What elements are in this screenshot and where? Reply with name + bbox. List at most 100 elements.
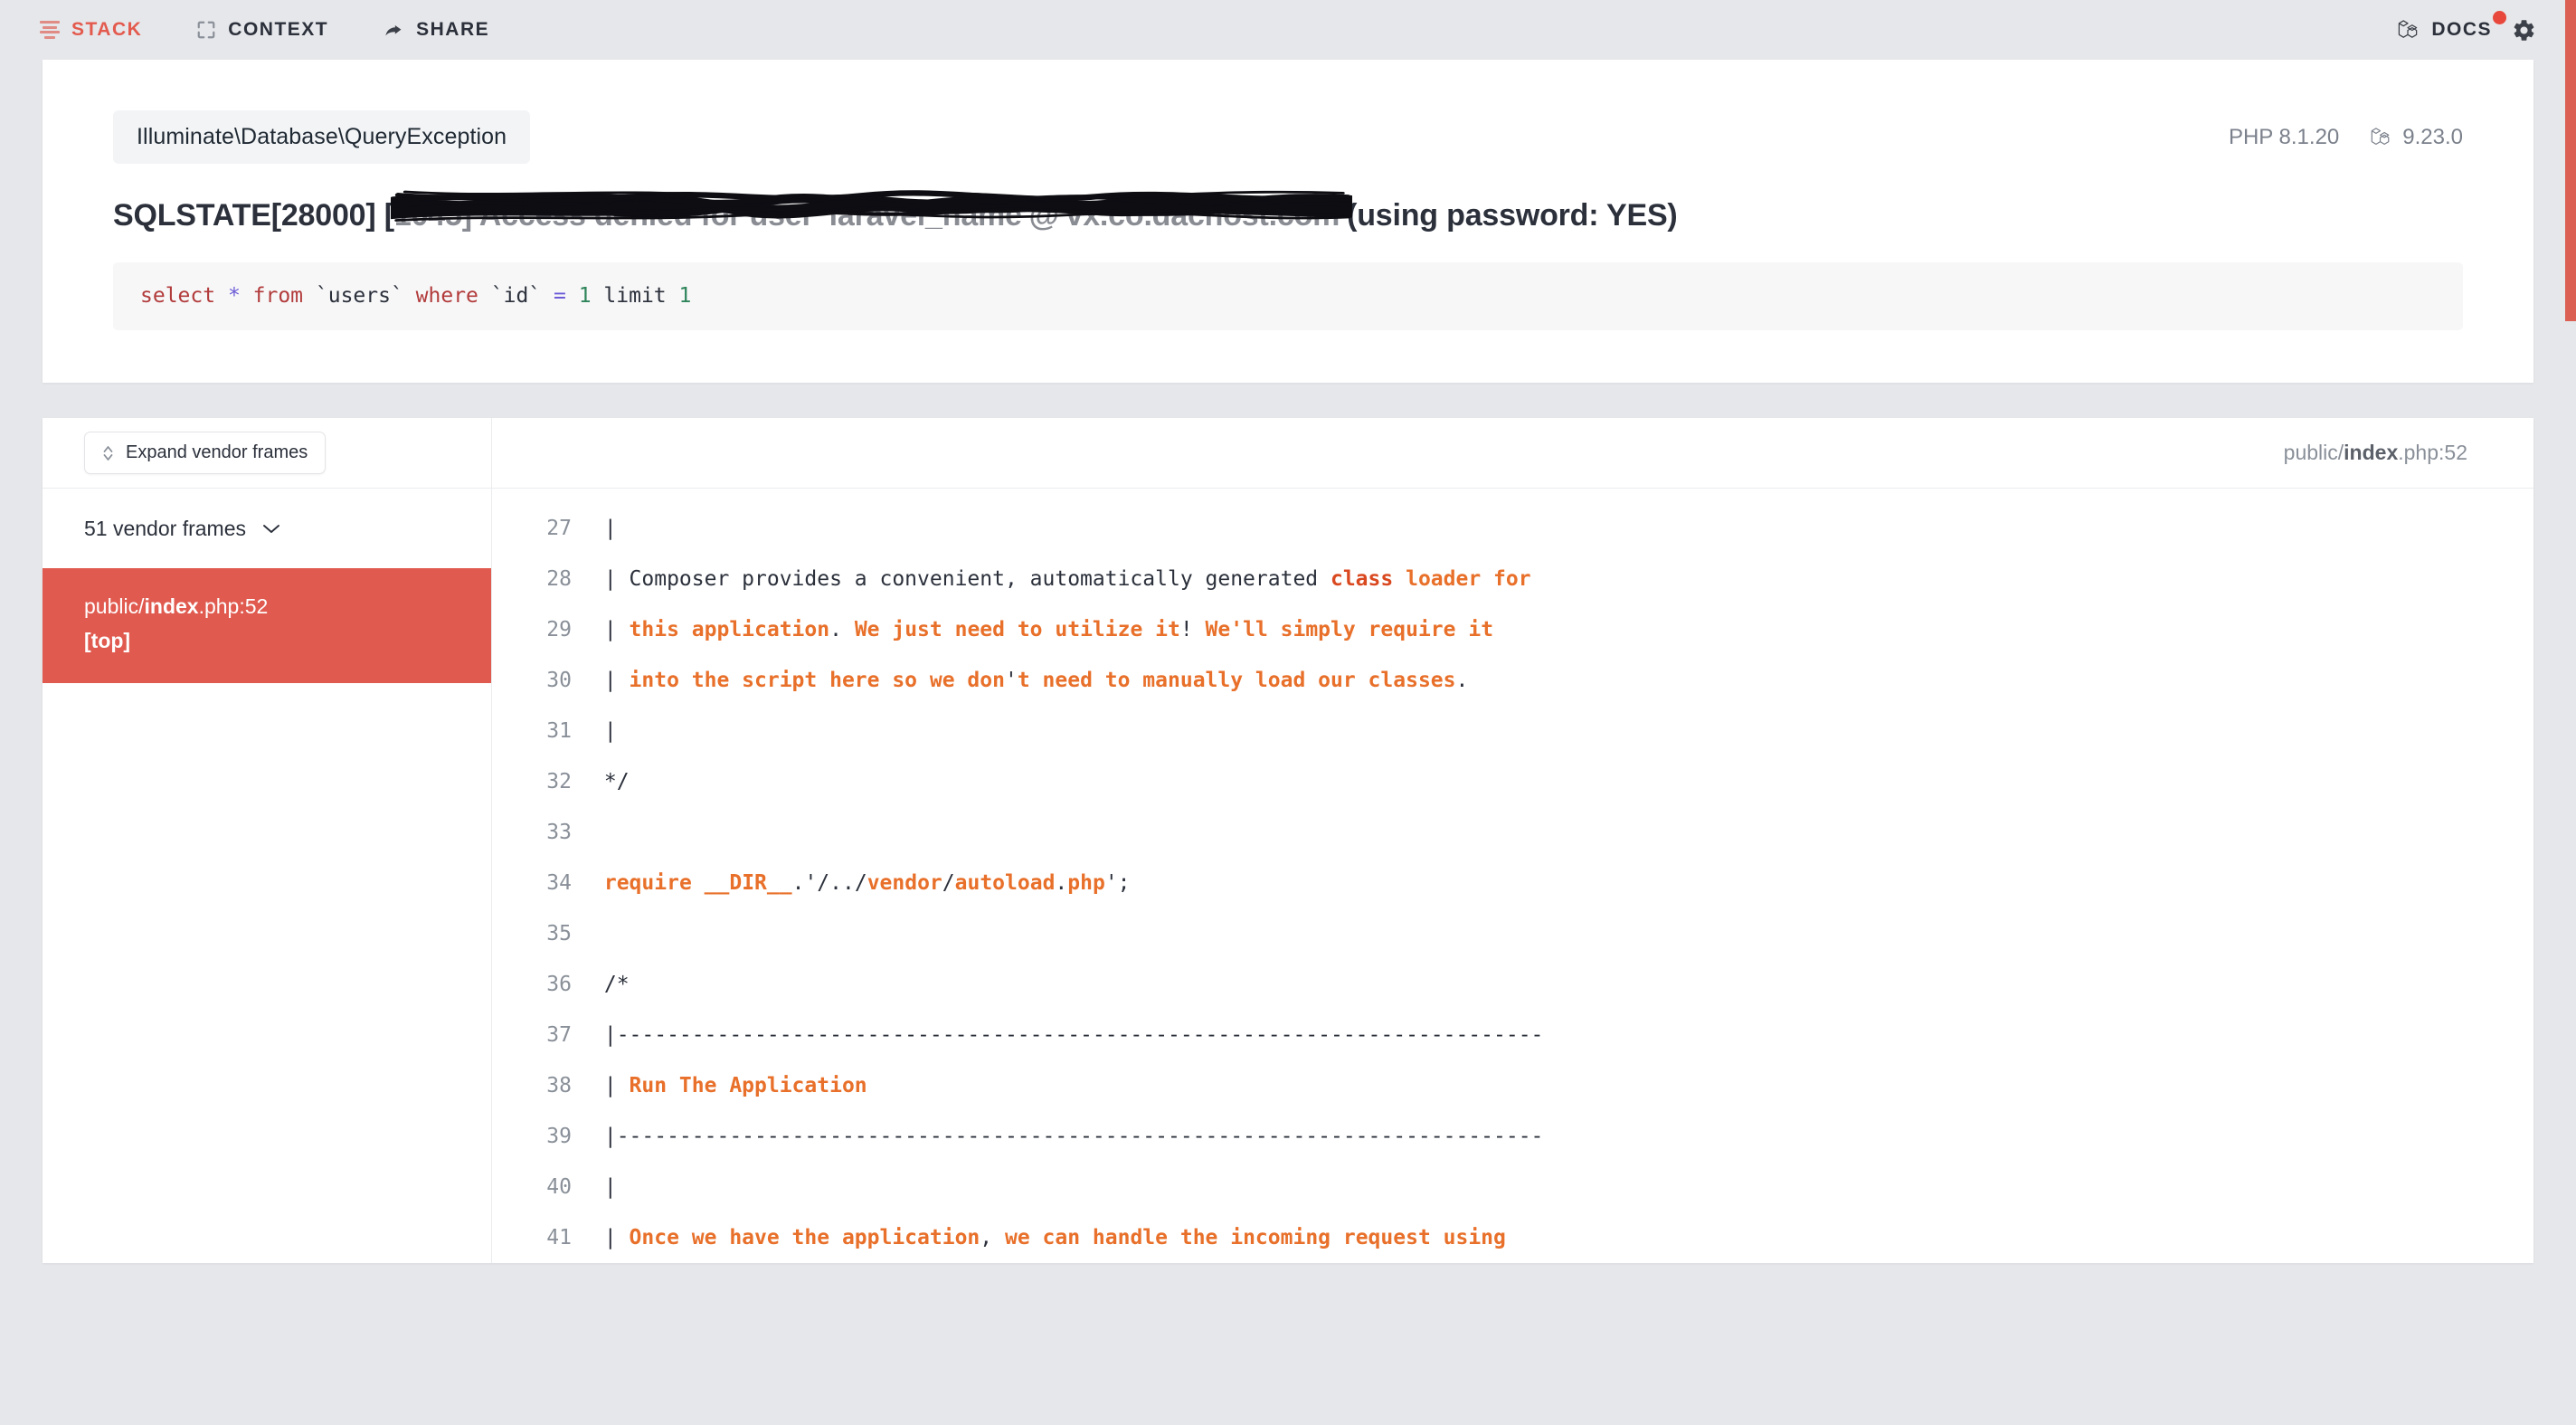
- expand-vendor-frames-label: Expand vendor frames: [126, 442, 308, 463]
- nav-left-group: STACK CONTEXT SHARE: [40, 19, 489, 41]
- code-line-content: |: [592, 706, 617, 756]
- sql-token-star: *: [227, 283, 253, 308]
- code-line: 27 |: [492, 503, 2533, 554]
- code-token: |: [592, 1226, 630, 1250]
- stack-frame-item[interactable]: public/index.php:52 [top]: [43, 568, 491, 684]
- chevron-updown-icon: [102, 444, 114, 462]
- exception-message: SQLSTATE[28000] [ 1045] Access denied fo…: [113, 190, 2463, 235]
- code-token: autoload: [954, 871, 1056, 896]
- code-token: .: [1455, 669, 1469, 693]
- code-line-content: |: [592, 503, 617, 554]
- exception-class-badge: Illuminate\Database\QueryException: [113, 110, 531, 164]
- code-token: vendor: [867, 871, 942, 896]
- exception-card: Illuminate\Database\QueryException PHP 8…: [43, 60, 2533, 384]
- code-token: loader for: [1406, 567, 1531, 592]
- code-line-number: 33: [546, 821, 572, 845]
- docs-label: DOCS: [2431, 19, 2492, 40]
- sql-token-number: 1: [578, 283, 604, 308]
- code-token: __DIR__: [704, 871, 792, 896]
- page-scrollbar[interactable]: [2565, 0, 2576, 1425]
- redacted-credentials: 1045] Access denied for user 'laravel_na…: [390, 190, 1353, 235]
- code-line: 32 */: [492, 756, 2533, 807]
- code-line-content: */: [592, 756, 630, 807]
- context-icon: [196, 20, 216, 40]
- code-line-content: require __DIR__.'/../vendor/autoload.php…: [592, 858, 1131, 908]
- code-token: .: [1055, 871, 1068, 896]
- code-line-number: 39: [546, 1125, 572, 1149]
- vendor-frames-toggle[interactable]: 51 vendor frames: [43, 489, 491, 569]
- code-line-content: /*: [592, 959, 630, 1010]
- code-token: We just need to utilize it: [841, 618, 1180, 642]
- code-line: 40 |: [492, 1162, 2533, 1212]
- code-line-number: 37: [546, 1023, 572, 1048]
- code-token: ': [1004, 669, 1018, 693]
- code-token: |: [592, 1074, 630, 1098]
- top-navigation-bar: STACK CONTEXT SHARE DOCS: [0, 0, 2576, 60]
- code-token: |: [592, 1175, 617, 1200]
- code-line: 35: [492, 908, 2533, 959]
- code-token: /: [942, 871, 955, 896]
- sql-token-keyword: where: [415, 283, 491, 308]
- expand-vendor-frames-button[interactable]: Expand vendor frames: [84, 432, 327, 475]
- gear-icon: [2512, 18, 2536, 43]
- frame-ext: .php: [198, 594, 240, 619]
- tab-context-label: CONTEXT: [228, 19, 329, 40]
- code-line-content: | Once we have the application, we can h…: [592, 1212, 1506, 1263]
- code-line-number: 29: [546, 618, 572, 642]
- code-line: 36 /*: [492, 959, 2533, 1010]
- code-line: 39 |------------------------------------…: [492, 1111, 2533, 1162]
- code-line-number: 30: [546, 669, 572, 693]
- code-token: Once we have the application: [629, 1226, 980, 1250]
- page-scrollbar-thumb[interactable]: [2565, 0, 2576, 321]
- sql-token-ident: `users`: [315, 283, 416, 308]
- code-line-content: | this application. We just need to util…: [592, 604, 1493, 655]
- code-token: .'/../: [791, 871, 867, 896]
- php-version-label: PHP 8.1.20: [2228, 124, 2340, 149]
- code-line: 41 | Once we have the application, we ca…: [492, 1212, 2533, 1263]
- code-token: into the script here so we don: [629, 669, 1005, 693]
- code-token: !: [1179, 618, 1193, 642]
- settings-button[interactable]: [2512, 18, 2536, 43]
- sql-query-block: select * from `users` where `id` = 1 lim…: [113, 261, 2463, 331]
- code-token: |: [592, 618, 630, 642]
- code-file-header: public / index .php:52: [492, 418, 2533, 489]
- code-line-content: | Run The Application: [592, 1060, 867, 1111]
- code-line-number: 35: [546, 922, 572, 946]
- frame-dir: public: [84, 594, 139, 619]
- code-header-dir: public: [2283, 441, 2338, 465]
- code-line: 33: [492, 807, 2533, 858]
- code-token: */: [592, 770, 630, 794]
- tab-context[interactable]: CONTEXT: [196, 19, 328, 41]
- laravel-version-label: 9.23.0: [2402, 124, 2463, 149]
- code-line-content: | into the script here so we don't need …: [592, 655, 1469, 706]
- code-token: |: [592, 719, 617, 744]
- laravel-version: 9.23.0: [2370, 125, 2463, 150]
- code-token: |---------------------------------------…: [592, 1125, 1544, 1149]
- tab-stack[interactable]: STACK: [40, 19, 142, 41]
- sql-token-ident: `id`: [490, 283, 554, 308]
- code-pane: public / index .php:52 27 | 28 | Composer pr…: [492, 418, 2533, 1264]
- nav-right-group: DOCS: [2397, 10, 2536, 43]
- docs-link[interactable]: DOCS: [2397, 10, 2506, 42]
- code-line-number: 41: [546, 1226, 572, 1250]
- tab-share[interactable]: SHARE: [383, 19, 489, 41]
- frame-file-path: public/index.php:52: [84, 592, 450, 622]
- code-line-content: |: [592, 1162, 617, 1212]
- code-token: |: [592, 669, 630, 693]
- code-listing: 27 | 28 | Composer provides a convenient,…: [492, 489, 2533, 1263]
- redacted-text: 1045] Access denied for user 'laravel_na…: [393, 198, 1348, 233]
- tab-share-label: SHARE: [416, 19, 490, 40]
- code-header-line: 52: [2444, 441, 2467, 465]
- code-token: we can handle the incoming request using: [992, 1226, 1506, 1250]
- code-line-number: 27: [546, 517, 572, 541]
- code-line-number: 32: [546, 770, 572, 794]
- code-token: /*: [592, 973, 630, 997]
- share-icon: [383, 20, 404, 40]
- code-line-content: |---------------------------------------…: [592, 1111, 1544, 1162]
- code-line: 38 | Run The Application: [492, 1060, 2533, 1111]
- sql-token-ident: limit: [603, 283, 679, 308]
- code-line: 34 require __DIR__.'/../vendor/autoload.…: [492, 858, 2533, 908]
- code-line-number: 28: [546, 567, 572, 592]
